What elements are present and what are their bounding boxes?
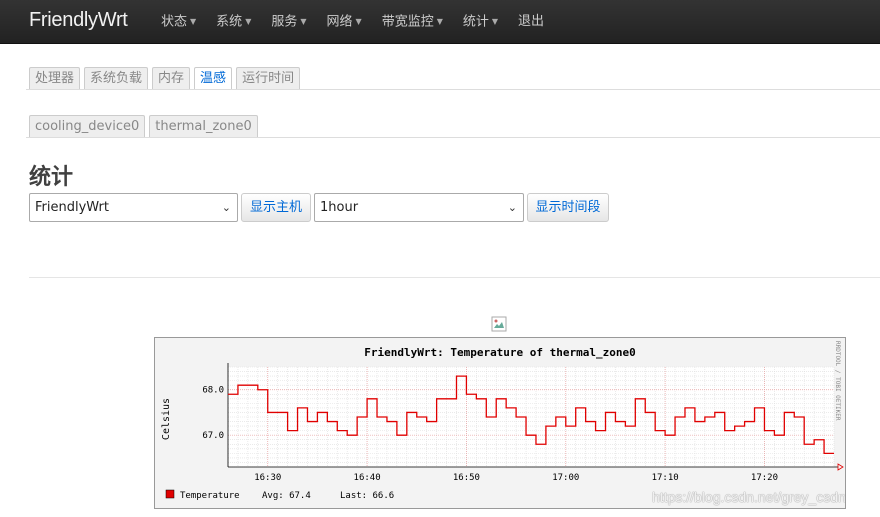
rrdtool-credit: RRDTOOL / TOBI OETIKER [834,341,841,421]
chevron-down-icon: ⌄ [507,201,517,214]
legend-swatch [165,489,175,499]
menu-item-0[interactable]: 状态 ▼ [161,0,196,44]
tab-tabs_secondary-0[interactable]: cooling_device0 [29,115,146,137]
tabs-divider [26,89,880,90]
x-tick-label: 16:50 [453,473,480,483]
instance-tabs: cooling_device0 thermal_zone0 [29,115,262,137]
menu-item-3[interactable]: 网络 ▼ [327,0,362,44]
x-tick-label: 17:10 [652,473,679,483]
tab-tabs_primary-3[interactable]: 温感 [194,67,233,89]
tab-tabs_primary-2[interactable]: 内存 [152,67,191,89]
menu-item-1[interactable]: 系统 ▼ [216,0,251,44]
show-host-button[interactable]: 显示主机 [241,193,311,222]
page-title: 统计 [29,165,74,190]
x-tick-label: 16:40 [354,473,381,483]
caret-down-icon: ▼ [190,17,197,26]
menu-item-label: 退出 [518,14,545,29]
y-tick-label: 68.0 [202,386,224,396]
caret-down-icon: ▼ [491,17,499,26]
temperature-graph: FriendlyWrt: Temperature of thermal_zone… [154,337,846,509]
x-tick-label: 16:30 [254,473,281,483]
menu-item-label: 统计 [462,14,489,30]
menu-item-label: 服务 [271,14,298,30]
menu-item-label: 系统 [216,14,243,30]
main-menu: 状态 ▼ 系统 ▼ 服务 ▼ 网络 ▼ 带宽监控 ▼ 统计 ▼ 退出 [161,0,564,44]
chevron-down-icon: ⌄ [221,201,231,214]
menu-item-2[interactable]: 服务 ▼ [271,0,306,44]
top-navbar: FriendlyWrt 状态 ▼ 系统 ▼ 服务 ▼ 网络 ▼ 带宽监控 ▼ 统计 ▼ 退出 [0,0,880,44]
subtabs-divider [26,137,880,138]
watermark-text: https://blog.csdn.net/grey_csdn [652,489,846,505]
host-select-value: FriendlyWrt [35,200,109,215]
legend-last: Last: 66.6 [340,491,394,501]
tab-tabs_secondary-1[interactable]: thermal_zone0 [149,115,258,137]
legend-avg: Avg: 67.4 [262,491,311,501]
caret-down-icon: ▼ [300,17,307,26]
menu-item-4[interactable]: 带宽监控 ▼ [382,0,443,44]
menu-item-label: 带宽监控 [381,14,434,30]
tab-tabs_primary-4[interactable]: 运行时间 [236,67,301,89]
x-tick-label: 17:00 [552,473,579,483]
caret-down-icon: ▼ [436,17,443,26]
section-divider [29,277,880,278]
legend-name: Temperature [180,491,240,501]
menu-item-5[interactable]: 统计 ▼ [463,0,498,44]
menu-item-label: 网络 [326,14,353,30]
menu-item-label: 状态 [161,14,188,30]
menu-item-6[interactable]: 退出 [518,0,544,44]
caret-down-icon: ▼ [245,17,252,26]
timespan-select-value: 1hour [320,200,359,215]
brand-logo[interactable]: FriendlyWrt [29,9,128,32]
graph-y-label: Celsius [161,398,172,440]
tab-tabs_primary-0[interactable]: 处理器 [29,67,81,89]
broken-image-icon [491,316,507,332]
timespan-select[interactable]: 1hour ⌄ [314,193,524,222]
caret-down-icon: ▼ [355,17,362,26]
graph-title: FriendlyWrt: Temperature of thermal_zone… [364,346,636,359]
y-tick-label: 67.0 [202,431,224,441]
plot-area: 16:30 16:40 16:50 17:00 17:10 17:20 67.0 68.0 [202,363,844,483]
tab-tabs_primary-1[interactable]: 系统负载 [84,67,149,89]
category-tabs: 处理器 系统负载 内存 温感 运行时间 [29,67,304,89]
graph-legend: Temperature Avg: 67.4 Last: 66.6 [165,489,394,501]
show-timespan-button[interactable]: 显示时间段 [527,193,609,222]
host-select[interactable]: FriendlyWrt ⌄ [29,193,238,222]
x-tick-label: 17:20 [751,473,778,483]
